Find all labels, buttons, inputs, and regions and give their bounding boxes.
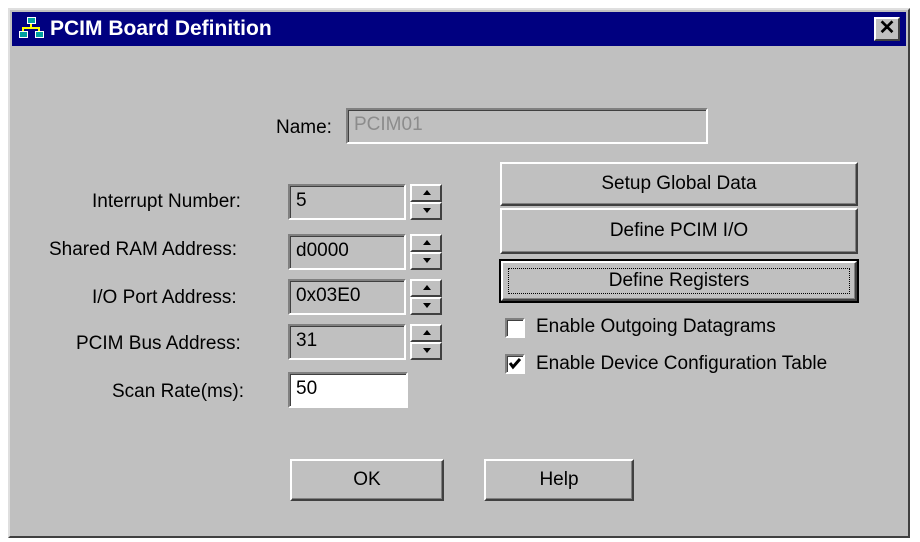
scan-rate-field[interactable]: 50 <box>288 372 408 408</box>
network-icon <box>19 17 44 38</box>
help-label: Help <box>539 469 579 490</box>
enable-outgoing-datagrams-label[interactable]: Enable Outgoing Datagrams <box>536 316 776 338</box>
spin-up-icon[interactable] <box>410 279 442 297</box>
bus-address-field[interactable]: 31 <box>288 324 406 360</box>
io-port-label: I/O Port Address: <box>92 287 237 308</box>
bus-address-spinner[interactable] <box>410 324 442 360</box>
shared-ram-label: Shared RAM Address: <box>49 239 237 260</box>
interrupt-number-field[interactable]: 5 <box>288 184 406 220</box>
focus-rect <box>508 268 850 294</box>
shared-ram-field[interactable]: d0000 <box>288 234 406 270</box>
define-registers-button[interactable]: Define Registers <box>499 259 859 303</box>
spin-down-icon[interactable] <box>410 202 442 220</box>
io-port-field[interactable]: 0x03E0 <box>288 279 406 315</box>
io-port-spinner[interactable] <box>410 279 442 315</box>
name-label: Name: <box>276 117 332 138</box>
shared-ram-spinner[interactable] <box>410 234 442 270</box>
interrupt-number-label: Interrupt Number: <box>92 191 241 212</box>
spin-down-icon[interactable] <box>410 297 442 315</box>
window-title: PCIM Board Definition <box>50 17 272 40</box>
spin-up-icon[interactable] <box>410 184 442 202</box>
checkmark-icon <box>508 358 522 370</box>
close-icon: ✕ <box>878 17 896 39</box>
ok-button[interactable]: OK <box>290 459 444 501</box>
interrupt-number-spinner[interactable] <box>410 184 442 220</box>
setup-global-data-button[interactable]: Setup Global Data <box>500 162 858 206</box>
setup-global-data-label: Setup Global Data <box>601 173 757 194</box>
spin-up-icon[interactable] <box>410 324 442 342</box>
scan-rate-label: Scan Rate(ms): <box>112 381 244 402</box>
bus-address-label: PCIM Bus Address: <box>76 333 241 354</box>
help-button[interactable]: Help <box>484 459 634 501</box>
spin-up-icon[interactable] <box>410 234 442 252</box>
ok-label: OK <box>353 469 381 490</box>
close-button[interactable]: ✕ <box>874 17 900 41</box>
enable-device-config-label[interactable]: Enable Device Configuration Table <box>536 353 827 375</box>
spin-down-icon[interactable] <box>410 342 442 360</box>
enable-device-config-checkbox[interactable] <box>505 354 525 374</box>
define-pcim-io-label: Define PCIM I/O <box>609 220 749 241</box>
enable-outgoing-datagrams-checkbox[interactable] <box>505 318 525 338</box>
name-field: PCIM01 <box>346 108 708 144</box>
spin-down-icon[interactable] <box>410 252 442 270</box>
define-pcim-io-button[interactable]: Define PCIM I/O <box>500 208 858 254</box>
title-bar[interactable]: PCIM Board Definition ✕ <box>12 12 906 46</box>
